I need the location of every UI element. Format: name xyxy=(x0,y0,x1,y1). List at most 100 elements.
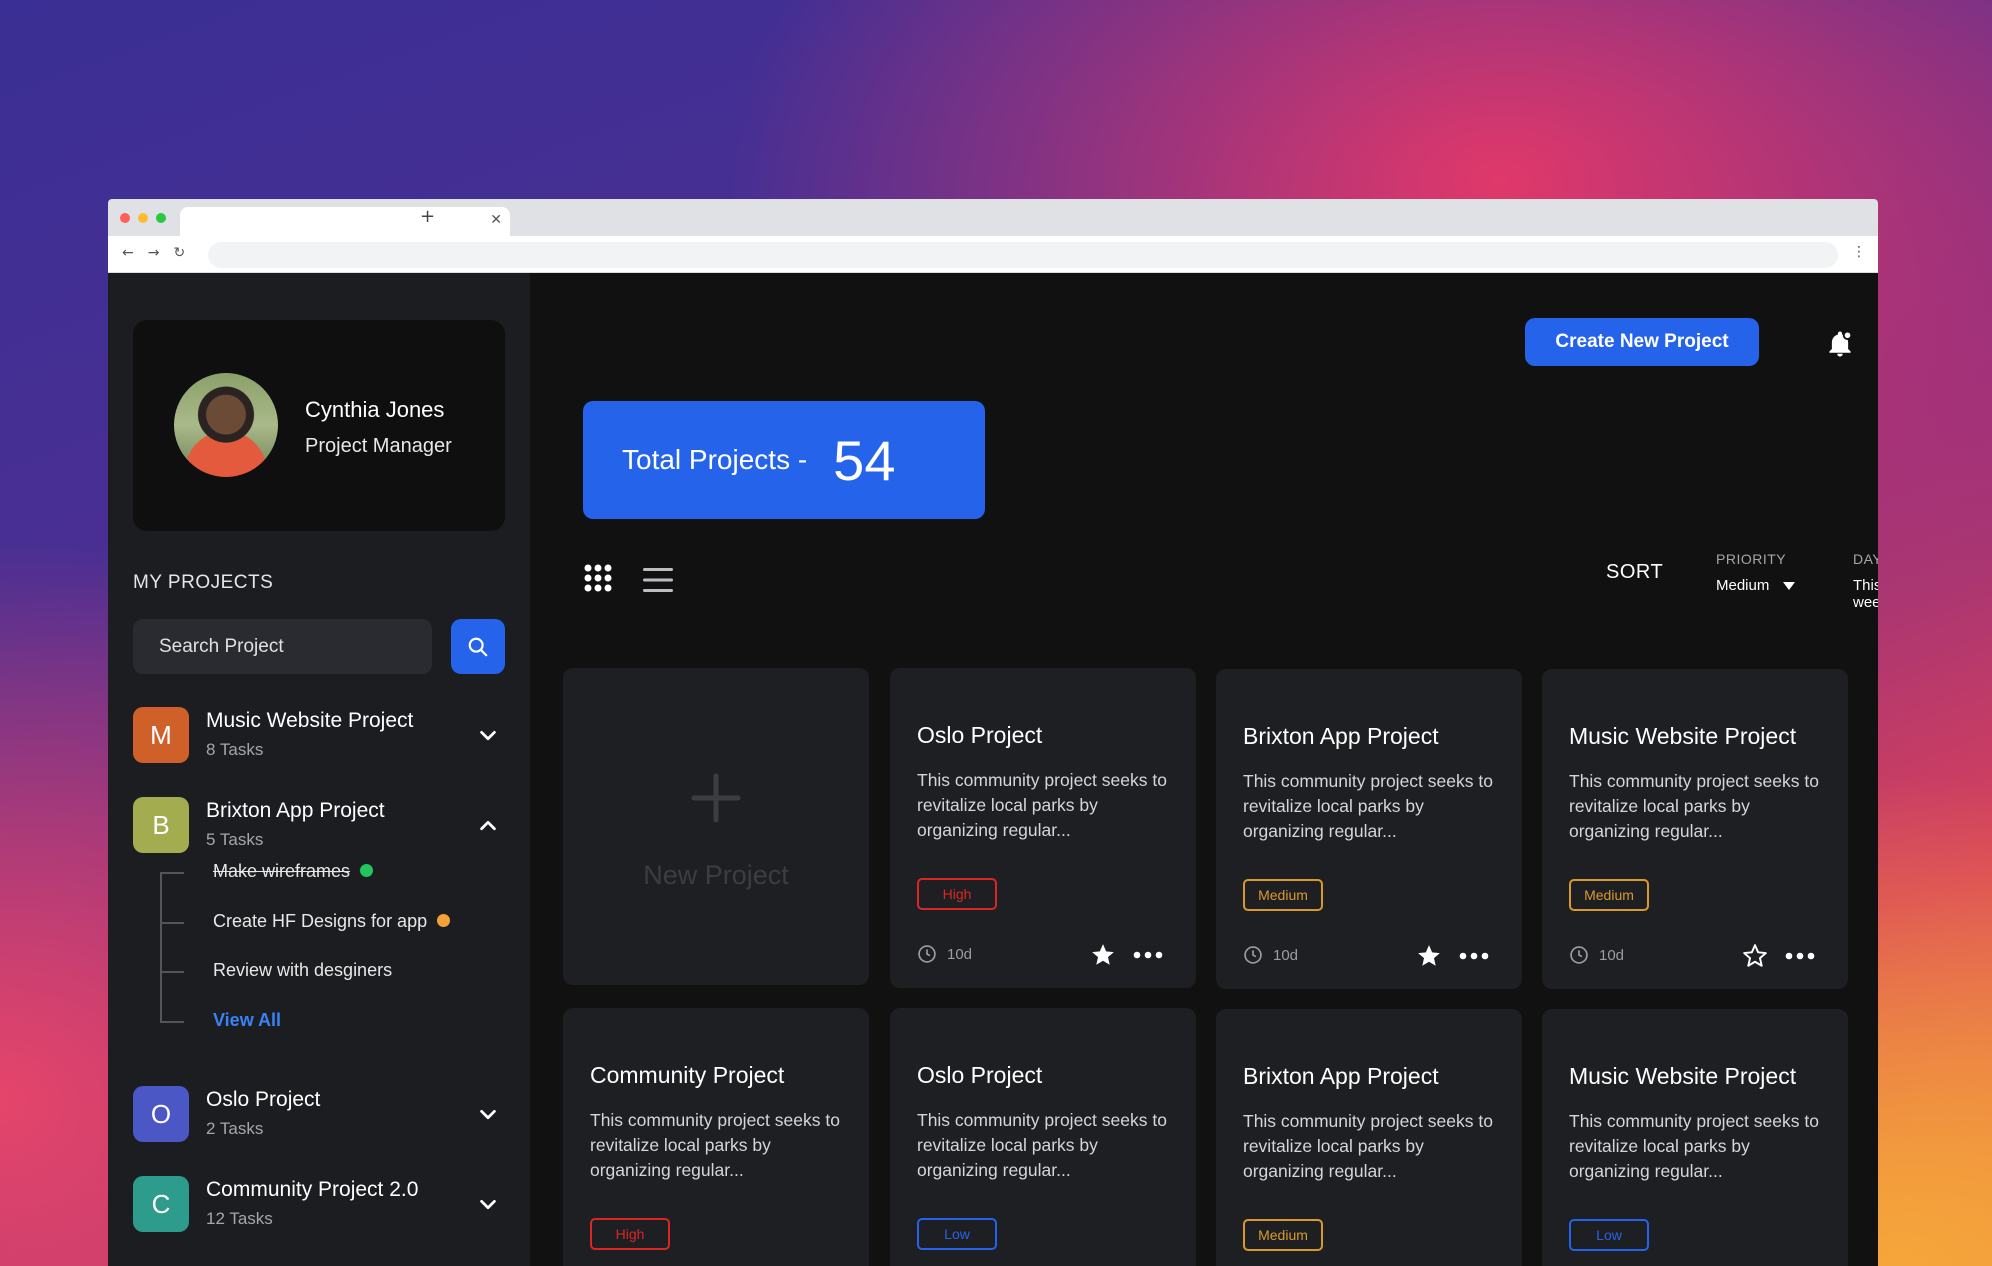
main-content: Create New Project Total Projects - 54 S… xyxy=(530,273,1878,1266)
total-projects-count: 54 xyxy=(833,428,896,492)
priority-badge: Low xyxy=(917,1218,997,1250)
address-bar[interactable] xyxy=(208,242,1838,268)
tab-close-icon[interactable]: ✕ xyxy=(490,212,502,228)
priority-badge: Medium xyxy=(1243,879,1323,911)
card-title: Community Project xyxy=(590,1062,785,1088)
total-projects-card: Total Projects - 54 xyxy=(583,401,985,519)
profile-card: Cynthia Jones Project Manager xyxy=(133,320,505,531)
card-description: This community project seeks to revitali… xyxy=(917,1110,1167,1180)
card-title: Brixton App Project xyxy=(1243,1063,1439,1089)
project-card[interactable]: Brixton App Project This community projec… xyxy=(1216,669,1522,989)
maximize-window-dot[interactable] xyxy=(156,213,166,223)
more-options-icon[interactable] xyxy=(1133,950,1163,960)
profile-name: Cynthia Jones xyxy=(305,397,445,422)
project-name: Music Website Project xyxy=(206,709,414,732)
card-description: This community project seeks to revitali… xyxy=(1569,771,1819,841)
caret-down-icon xyxy=(1783,581,1796,590)
app-root: Cynthia Jones Project Manager MY PROJECT… xyxy=(108,273,1878,1266)
back-arrow-icon[interactable]: ← xyxy=(122,245,134,261)
bell-icon[interactable] xyxy=(1825,329,1855,359)
days-filter[interactable]: DAYS This week xyxy=(1853,551,1878,611)
grid-view-icon[interactable] xyxy=(583,563,613,593)
browser-tab-strip: ✕ + xyxy=(108,199,1878,236)
project-card[interactable]: Brixton App Project This community projec… xyxy=(1216,1009,1522,1266)
priority-badge: High xyxy=(917,878,997,910)
priority-badge: Low xyxy=(1569,1219,1649,1251)
days-filter-value: This week xyxy=(1853,577,1878,611)
subtask-label: Review with desginers xyxy=(213,960,393,980)
project-card[interactable]: Oslo Project This community project seeks… xyxy=(890,668,1196,988)
window-controls xyxy=(120,213,166,223)
browser-menu-icon[interactable]: ⋮ xyxy=(1852,244,1866,260)
priority-badge: Medium xyxy=(1243,1219,1323,1251)
forward-arrow-icon[interactable]: → xyxy=(148,245,160,261)
card-time-value: 10d xyxy=(1599,946,1625,964)
subtask-label: Make wireframes xyxy=(213,861,351,881)
card-time: 10d xyxy=(1569,945,1624,965)
project-card[interactable]: Community Project This community project … xyxy=(563,1008,869,1266)
new-project-card[interactable]: New Project xyxy=(563,668,869,985)
subtask-tree-line xyxy=(160,873,162,1023)
project-letter-avatar: O xyxy=(133,1086,189,1142)
card-description: This community project seeks to revitali… xyxy=(917,770,1167,840)
minimize-window-dot[interactable] xyxy=(138,213,148,223)
card-description: This community project seeks to revitali… xyxy=(1243,771,1493,841)
total-projects-label: Total Projects - xyxy=(622,444,808,475)
browser-window: ✕ + ← → ↻ ⋮ Cynthia Jones Project Manage… xyxy=(108,199,1878,1266)
new-project-label: New Project xyxy=(643,860,789,890)
star-filled-icon[interactable] xyxy=(1090,942,1116,968)
new-tab-icon[interactable]: + xyxy=(420,206,435,227)
my-projects-heading: MY PROJECTS xyxy=(133,572,274,593)
card-title: Oslo Project xyxy=(917,722,1043,748)
card-time-value: 10d xyxy=(947,945,973,963)
sidebar-item-community-project-2[interactable]: C Community Project 2.0 12 Tasks xyxy=(133,1176,505,1232)
project-card[interactable]: Oslo Project This community project seeks… xyxy=(890,1008,1196,1266)
star-filled-icon[interactable] xyxy=(1416,943,1442,969)
chevron-up-icon[interactable] xyxy=(477,815,499,837)
chevron-down-icon[interactable] xyxy=(477,1104,499,1126)
close-window-dot[interactable] xyxy=(120,213,130,223)
clock-icon xyxy=(918,945,936,963)
search-project-input[interactable] xyxy=(133,619,432,674)
days-filter-label: DAYS xyxy=(1853,551,1878,567)
sidebar-item-music-website-project[interactable]: M Music Website Project 8 Tasks xyxy=(133,707,505,763)
priority-badge: High xyxy=(590,1218,670,1250)
more-options-icon[interactable] xyxy=(1785,951,1815,961)
avatar xyxy=(174,373,278,477)
browser-tab[interactable]: ✕ xyxy=(180,207,510,236)
sidebar-item-brixton-app-project[interactable]: B Brixton App Project 5 Tasks xyxy=(133,797,505,853)
project-letter-avatar: M xyxy=(133,707,189,763)
project-card[interactable]: Music Website Project This community proj… xyxy=(1542,1009,1848,1266)
card-description: This community project seeks to revitali… xyxy=(1569,1111,1819,1181)
create-new-project-button[interactable]: Create New Project xyxy=(1525,318,1759,366)
profile-role: Project Manager xyxy=(305,435,452,457)
reload-icon[interactable]: ↻ xyxy=(173,245,185,261)
project-name: Brixton App Project xyxy=(206,799,385,822)
project-letter-avatar: B xyxy=(133,797,189,853)
chevron-down-icon[interactable] xyxy=(477,1194,499,1216)
priority-badge: Medium xyxy=(1569,879,1649,911)
star-outline-icon[interactable] xyxy=(1742,943,1768,969)
project-task-count: 5 Tasks xyxy=(206,830,264,849)
card-time: 10d xyxy=(917,944,972,964)
clock-icon xyxy=(1244,946,1262,964)
search-button[interactable] xyxy=(451,619,505,674)
chevron-down-icon[interactable] xyxy=(477,725,499,747)
priority-filter-label: PRIORITY xyxy=(1716,551,1787,567)
card-title: Brixton App Project xyxy=(1243,723,1439,749)
sidebar-item-oslo-project[interactable]: O Oslo Project 2 Tasks xyxy=(133,1086,505,1142)
card-title: Oslo Project xyxy=(917,1062,1043,1088)
priority-filter[interactable]: PRIORITY Medium xyxy=(1716,551,1796,594)
browser-toolbar: ← → ↻ ⋮ xyxy=(108,236,1878,273)
project-task-count: 2 Tasks xyxy=(206,1119,264,1138)
project-task-count: 12 Tasks xyxy=(206,1209,273,1228)
project-task-count: 8 Tasks xyxy=(206,740,264,759)
more-options-icon[interactable] xyxy=(1459,951,1489,961)
status-dot xyxy=(437,913,451,927)
priority-filter-value: Medium xyxy=(1716,577,1770,594)
card-title: Music Website Project xyxy=(1569,723,1797,749)
project-card[interactable]: Music Website Project This community proj… xyxy=(1542,669,1848,989)
list-view-icon[interactable] xyxy=(643,567,673,593)
sidebar: Cynthia Jones Project Manager MY PROJECT… xyxy=(108,273,530,1266)
card-time-value: 10d xyxy=(1273,946,1299,964)
